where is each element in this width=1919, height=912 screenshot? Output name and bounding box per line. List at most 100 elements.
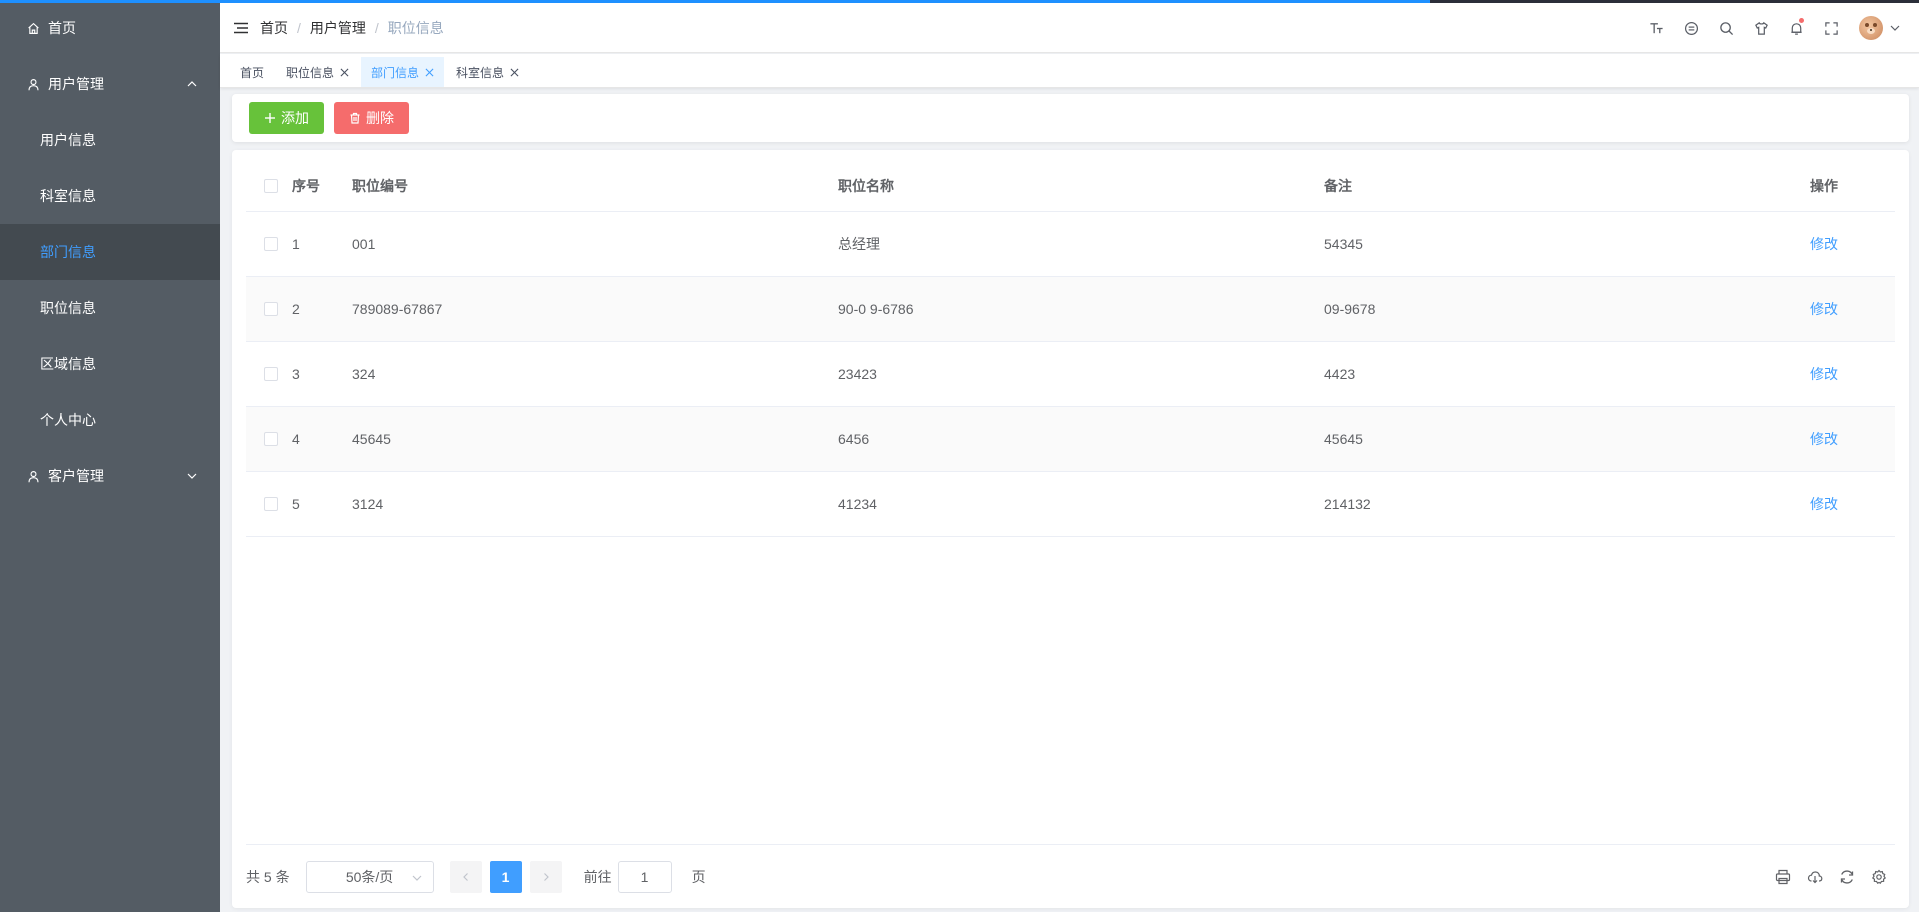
table-row: 5 3124 41234 214132 修改: [246, 472, 1895, 537]
cell-remark: 09-9678: [1324, 301, 1376, 317]
font-size-icon[interactable]: [1639, 3, 1674, 53]
select-all-cell: [246, 178, 292, 193]
sidebar-item-label: 首页: [48, 20, 76, 36]
pagination-total: 共 5 条: [246, 868, 290, 885]
delete-button[interactable]: 删除: [334, 102, 409, 134]
delete-button-label: 删除: [366, 110, 394, 126]
next-page-button[interactable]: [529, 860, 562, 893]
row-checkbox[interactable]: [264, 367, 278, 381]
bell-icon[interactable]: [1779, 3, 1814, 53]
column-header-index: 序号: [292, 177, 320, 194]
tag-label: 职位信息: [286, 65, 335, 80]
sidebar-item-personal-center[interactable]: 个人中心: [0, 392, 220, 448]
sidebar-item-region-info[interactable]: 区域信息: [0, 336, 220, 392]
edit-link[interactable]: 修改: [1810, 496, 1838, 512]
add-button-label: 添加: [281, 110, 309, 126]
cell-code: 001: [352, 236, 376, 252]
print-icon[interactable]: [1767, 861, 1799, 893]
sidebar-item-user-info[interactable]: 用户信息: [0, 112, 220, 168]
cell-name: 总经理: [838, 236, 880, 252]
tag-home[interactable]: 首页: [230, 57, 274, 87]
edit-link[interactable]: 修改: [1810, 236, 1838, 252]
goto-label: 前往: [583, 868, 612, 885]
column-header-action: 操作: [1810, 177, 1838, 194]
hamburger-icon[interactable]: [234, 22, 248, 34]
row-select-cell: [246, 497, 292, 511]
cloud-download-icon[interactable]: [1799, 861, 1831, 893]
home-icon: [26, 21, 40, 35]
row-checkbox[interactable]: [264, 237, 278, 251]
cell-index: 1: [292, 236, 300, 252]
table-row: 3 324 23423 4423 修改: [246, 342, 1895, 407]
page-unit-label: 页: [691, 868, 706, 885]
action-toolbar: 添加 删除: [232, 94, 1909, 142]
breadcrumb-item[interactable]: 用户管理: [310, 18, 366, 38]
page-loading-bar: [0, 0, 1430, 3]
tag-office-info[interactable]: 科室信息: [446, 57, 529, 87]
close-icon[interactable]: [510, 68, 519, 77]
edit-link[interactable]: 修改: [1810, 301, 1838, 317]
page-size-value: 50条/页: [345, 868, 394, 885]
cell-index: 5: [292, 496, 300, 512]
sidebar-item-office-info[interactable]: 科室信息: [0, 168, 220, 224]
chevron-right-icon: [543, 872, 549, 881]
sidebar-item-label: 用户信息: [40, 132, 96, 148]
sidebar-item-department-info[interactable]: 部门信息: [0, 224, 220, 280]
breadcrumb-current: 职位信息: [387, 19, 444, 36]
close-icon[interactable]: [425, 68, 434, 77]
tag-department-info[interactable]: 部门信息: [361, 57, 445, 87]
cell-code: 45645: [352, 431, 391, 447]
goto-page-input[interactable]: [617, 860, 672, 893]
column-header-remark: 备注: [1324, 177, 1352, 194]
breadcrumb-separator: /: [297, 19, 301, 36]
edit-link[interactable]: 修改: [1810, 431, 1838, 447]
chevron-down-icon[interactable]: [1889, 22, 1901, 34]
cell-code: 3124: [352, 496, 384, 512]
tag-label: 首页: [240, 65, 265, 80]
row-checkbox[interactable]: [264, 497, 278, 511]
breadcrumb-item[interactable]: 首页: [260, 18, 288, 38]
sidebar-group-label: 用户管理: [48, 76, 104, 92]
tag-position-info[interactable]: 职位信息: [276, 57, 359, 87]
cell-remark: 4423: [1324, 366, 1356, 382]
sidebar-item-label: 区域信息: [40, 356, 96, 372]
sidebar-group-user-management[interactable]: 用户管理: [0, 56, 220, 112]
user-icon: [26, 469, 40, 483]
row-select-cell: [246, 367, 292, 381]
cell-index: 4: [292, 431, 300, 447]
sidebar-group-customer-management[interactable]: 客户管理: [0, 448, 220, 504]
select-all-checkbox[interactable]: [264, 178, 278, 193]
page-number-current[interactable]: 1: [489, 860, 522, 893]
column-header-name: 职位名称: [838, 177, 894, 194]
close-icon[interactable]: [340, 68, 349, 77]
sidebar-item-position-info[interactable]: 职位信息: [0, 280, 220, 336]
edit-link[interactable]: 修改: [1810, 366, 1838, 382]
sidebar-group-label: 客户管理: [48, 468, 104, 484]
sidebar-item-home[interactable]: 首页: [0, 0, 220, 56]
row-select-cell: [246, 432, 292, 446]
row-checkbox[interactable]: [264, 432, 278, 446]
theme-icon[interactable]: [1674, 3, 1709, 53]
page-size-select[interactable]: 50条/页: [305, 860, 434, 893]
cell-remark: 45645: [1324, 431, 1363, 447]
settings-icon[interactable]: [1863, 861, 1895, 893]
table-header: 序号 职位编号 职位名称 备注 操作: [246, 160, 1895, 212]
prev-page-button[interactable]: [449, 860, 482, 893]
avatar[interactable]: [1859, 16, 1883, 40]
sidebar: 首页 用户管理 用户信息 科室信息 部门信息 职位信息 区域信息 个人中心 客户…: [0, 0, 220, 912]
fullscreen-icon[interactable]: [1814, 3, 1849, 53]
refresh-icon[interactable]: [1831, 861, 1863, 893]
add-button[interactable]: 添加: [249, 102, 324, 134]
cell-name: 41234: [838, 496, 877, 512]
table-row: 4 45645 6456 45645 修改: [246, 407, 1895, 472]
cell-name: 6456: [838, 431, 870, 447]
cell-index: 2: [292, 301, 300, 317]
skin-icon[interactable]: [1744, 3, 1779, 53]
plus-icon: [265, 113, 275, 123]
tag-label: 科室信息: [456, 65, 505, 80]
chevron-down-icon: [187, 473, 197, 479]
table-tools: [1767, 845, 1895, 909]
row-checkbox[interactable]: [264, 302, 278, 316]
search-icon[interactable]: [1709, 3, 1744, 53]
cell-remark: 214132: [1324, 496, 1371, 512]
